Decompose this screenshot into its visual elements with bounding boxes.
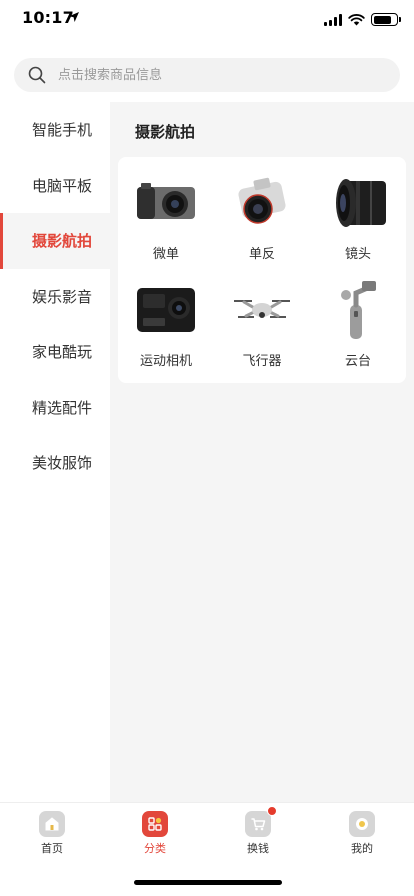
status-time: 10:17 [22, 8, 74, 27]
wifi-icon [348, 13, 365, 25]
notification-badge [267, 806, 277, 816]
sidebar-item-photography[interactable]: 摄影航拍 [0, 213, 110, 269]
sidebar-item-computers-tablets[interactable]: 电脑平板 [0, 158, 110, 214]
product-label: 微单 [152, 247, 179, 262]
product-dslr[interactable]: 单反 [214, 171, 310, 278]
action-camera-icon [137, 288, 195, 332]
tab-label: 我的 [351, 842, 373, 855]
product-drone[interactable]: 飞行器 [214, 278, 310, 385]
product-mirrorless[interactable]: 微单 [118, 171, 214, 278]
sidebar-item-label: 娱乐影音 [32, 287, 93, 306]
search-input[interactable] [58, 58, 378, 92]
category-icon [142, 811, 168, 837]
sidebar-item-label: 家电酷玩 [32, 343, 93, 362]
sidebar-item-label: 智能手机 [32, 121, 93, 140]
battery-icon [371, 13, 401, 26]
cart-icon [245, 806, 277, 837]
sidebar-item-label: 美妆服饰 [32, 454, 93, 473]
status-indicators [324, 13, 401, 26]
product-action-camera[interactable]: 运动相机 [118, 278, 214, 385]
profile-icon [349, 811, 375, 837]
product-label: 云台 [344, 354, 371, 369]
home-indicator [134, 880, 282, 885]
product-label: 飞行器 [242, 354, 282, 369]
sidebar-item-appliances[interactable]: 家电酷玩 [0, 324, 110, 380]
mirrorless-camera-icon [137, 183, 195, 219]
product-card: 微单 单反 镜头 运动相机 飞行器 云台 [118, 157, 406, 383]
section-title: 摄影航拍 [135, 123, 196, 141]
tab-category[interactable]: 分类 [125, 811, 185, 856]
product-lens[interactable]: 镜头 [310, 171, 406, 278]
sidebar-item-accessories[interactable]: 精选配件 [0, 380, 110, 436]
drone-icon [234, 300, 290, 318]
search-bar[interactable] [14, 58, 400, 92]
product-label: 单反 [248, 247, 275, 262]
gimbal-icon [341, 281, 376, 339]
sidebar-item-beauty-apparel[interactable]: 美妆服饰 [0, 435, 110, 491]
tab-exchange[interactable]: 换钱 [228, 806, 288, 856]
sidebar-item-label: 摄影航拍 [32, 232, 93, 251]
sidebar-item-label: 精选配件 [32, 398, 93, 417]
camera-lens-icon [336, 179, 386, 227]
product-grid: 微单 单反 镜头 运动相机 飞行器 云台 [118, 157, 406, 385]
search-icon [28, 66, 46, 84]
status-bar: 10:17 [0, 0, 414, 44]
dslr-camera-icon [238, 177, 286, 224]
category-sidebar: 智能手机 电脑平板 摄影航拍 娱乐影音 家电酷玩 精选配件 美妆服饰 [0, 102, 110, 802]
cellular-signal-icon [324, 13, 342, 26]
tab-label: 首页 [41, 842, 63, 855]
tab-profile[interactable]: 我的 [332, 811, 392, 856]
tab-label: 换钱 [247, 842, 269, 855]
home-icon [39, 811, 65, 837]
location-arrow-icon [69, 12, 79, 22]
product-label: 运动相机 [139, 354, 192, 369]
product-label: 镜头 [344, 247, 371, 262]
product-gimbal[interactable]: 云台 [310, 278, 406, 385]
tab-label: 分类 [144, 842, 166, 855]
sidebar-item-label: 电脑平板 [32, 176, 93, 195]
category-content: 摄影航拍 微单 单反 镜头 运动相机 飞行器 云台 [110, 102, 414, 802]
sidebar-item-smartphones[interactable]: 智能手机 [0, 102, 110, 158]
tab-home[interactable]: 首页 [22, 811, 82, 856]
sidebar-item-entertainment[interactable]: 娱乐影音 [0, 269, 110, 325]
